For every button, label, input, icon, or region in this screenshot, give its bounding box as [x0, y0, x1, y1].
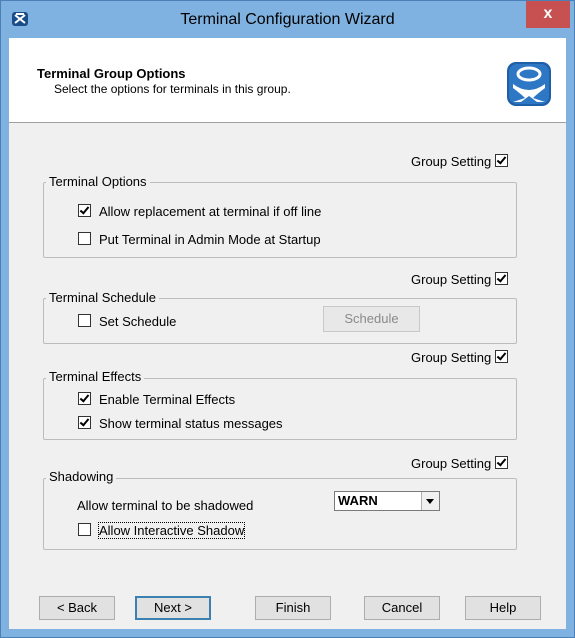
allow-replacement-checkbox[interactable] — [78, 204, 91, 217]
group-setting-label: Group Setting — [411, 350, 492, 365]
wizard-window: Terminal Configuration Wizard x Terminal… — [0, 0, 575, 638]
terminal-options-legend: Terminal Options — [46, 174, 150, 189]
shadow-mode-select[interactable]: WARN — [334, 491, 440, 511]
group-setting-label: Group Setting — [411, 456, 492, 471]
allow-shadow-label: Allow terminal to be shadowed — [77, 498, 254, 513]
cancel-button[interactable]: Cancel — [364, 596, 440, 620]
group-setting-shadowing[interactable]: Group Setting — [411, 456, 509, 471]
group-setting-label: Group Setting — [411, 154, 492, 169]
group-setting-label: Group Setting — [411, 272, 492, 287]
status-messages-option[interactable]: Show terminal status messages — [78, 416, 283, 431]
window-title: Terminal Configuration Wizard — [180, 11, 395, 28]
allow-replacement-label: Allow replacement at terminal if off lin… — [99, 204, 322, 219]
set-schedule-label: Set Schedule — [99, 314, 177, 329]
group-setting-checkbox[interactable] — [495, 272, 509, 285]
admin-mode-checkbox[interactable] — [78, 232, 91, 245]
group-setting-terminal-effects[interactable]: Group Setting — [411, 350, 509, 365]
group-setting-checkbox[interactable] — [495, 350, 509, 363]
shadow-mode-value: WARN — [338, 493, 378, 508]
next-button[interactable]: Next > — [135, 596, 211, 620]
interactive-shadow-checkbox[interactable] — [78, 523, 91, 536]
back-button[interactable]: < Back — [39, 596, 115, 620]
shadowing-group — [43, 478, 517, 550]
set-schedule-checkbox[interactable] — [78, 314, 91, 327]
title-bar[interactable]: Terminal Configuration Wizard x — [1, 1, 574, 38]
set-schedule-option[interactable]: Set Schedule — [78, 314, 176, 329]
group-setting-checkbox[interactable] — [495, 456, 509, 469]
terminal-effects-legend: Terminal Effects — [46, 369, 145, 384]
admin-mode-label: Put Terminal in Admin Mode at Startup — [99, 232, 321, 247]
thinmanager-logo-icon — [507, 62, 551, 106]
group-setting-terminal-schedule[interactable]: Group Setting — [411, 272, 509, 287]
page-subtitle: Select the options for terminals in this… — [54, 82, 291, 96]
close-button[interactable]: x — [526, 1, 570, 28]
enable-effects-checkbox[interactable] — [78, 392, 91, 405]
wizard-body: Terminal Group Options Select the option… — [9, 38, 566, 629]
help-button[interactable]: Help — [465, 596, 541, 620]
group-setting-checkbox[interactable] — [495, 154, 509, 167]
interactive-shadow-label: Allow Interactive Shadow — [97, 522, 246, 539]
status-messages-label: Show terminal status messages — [99, 416, 283, 431]
enable-effects-label: Enable Terminal Effects — [99, 392, 236, 407]
schedule-button[interactable]: Schedule — [323, 306, 420, 332]
group-setting-terminal-options[interactable]: Group Setting — [411, 154, 509, 169]
allow-replacement-option[interactable]: Allow replacement at terminal if off lin… — [78, 204, 321, 219]
page-title: Terminal Group Options — [37, 66, 186, 81]
terminal-schedule-legend: Terminal Schedule — [46, 290, 159, 305]
finish-button[interactable]: Finish — [255, 596, 331, 620]
enable-effects-option[interactable]: Enable Terminal Effects — [78, 392, 235, 407]
status-messages-checkbox[interactable] — [78, 416, 91, 429]
chevron-down-icon[interactable] — [421, 492, 439, 510]
interactive-shadow-option[interactable]: Allow Interactive Shadow — [78, 522, 246, 539]
shadowing-legend: Shadowing — [46, 469, 117, 484]
wizard-header: Terminal Group Options Select the option… — [9, 38, 566, 123]
admin-mode-option[interactable]: Put Terminal in Admin Mode at Startup — [78, 232, 321, 247]
